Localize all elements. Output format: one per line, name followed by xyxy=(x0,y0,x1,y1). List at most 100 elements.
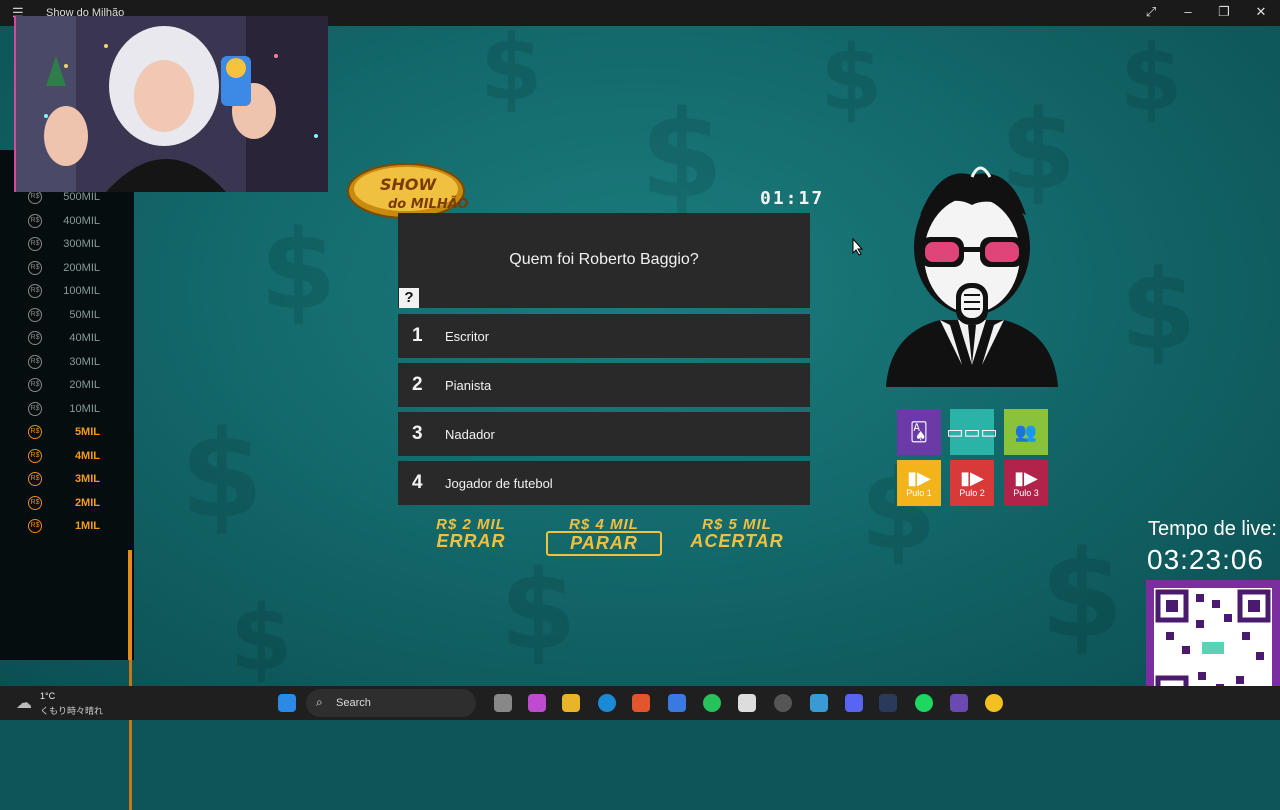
question-timer: 01:17 xyxy=(760,188,825,209)
dollar-pattern: $ xyxy=(1120,246,1197,374)
lifeline-cards[interactable]: 🂡 xyxy=(897,409,941,455)
lifeline-placards[interactable]: ▭▭▭ xyxy=(946,409,998,455)
ladder-rung: R$ 3MIL xyxy=(28,470,128,490)
ladder-accent-bar xyxy=(128,550,132,660)
answer-label: Escritor xyxy=(445,329,490,344)
coin-icon: R$ xyxy=(28,237,42,251)
store-icon[interactable] xyxy=(668,694,686,712)
lifeline-audience[interactable]: 👥 xyxy=(1004,409,1048,455)
dollar-pattern: $ xyxy=(820,26,883,131)
ladder-rung: R$ 100MIL xyxy=(28,282,128,302)
weather-temp: 1°C xyxy=(40,691,56,701)
answer-number: 2 xyxy=(412,374,423,395)
coin-icon: R$ xyxy=(28,448,42,463)
coin-icon: R$ xyxy=(28,472,42,486)
ladder-amount: 500MIL xyxy=(63,191,100,203)
search-label: Search xyxy=(336,697,371,709)
prize-parar[interactable]: R$ 4 MIL PARAR xyxy=(545,516,663,556)
lifeline-skip-1[interactable]: ▮▶ Pulo 1 xyxy=(897,460,941,506)
coin-icon: R$ xyxy=(28,378,42,392)
ladder-amount: 4MIL xyxy=(74,449,100,462)
ladder-amount: 5MIL xyxy=(74,426,100,438)
dollar-pattern: $ xyxy=(640,86,724,225)
ladder-amount: 300MIL xyxy=(63,238,100,250)
copilot-icon[interactable] xyxy=(528,694,546,712)
coin-icon: R$ xyxy=(28,307,42,322)
ladder-amount: 1MIL xyxy=(74,520,100,532)
ladder-amount: 50MIL xyxy=(69,308,100,321)
lifeline-skip-2[interactable]: ▮▶ Pulo 2 xyxy=(950,460,994,506)
app-icon[interactable] xyxy=(950,694,968,712)
dollar-pattern: $ xyxy=(260,206,337,334)
ladder-amount: 3MIL xyxy=(74,473,100,485)
cloud-icon: ☁ xyxy=(16,695,32,712)
host-avatar xyxy=(880,165,1064,390)
capcut-icon[interactable] xyxy=(738,694,756,712)
weather-condition: くもり時々晴れ xyxy=(40,706,104,716)
start-icon[interactable] xyxy=(278,694,296,712)
skip-icon: ▮▶ xyxy=(960,468,984,488)
live-time-label: Tempo de live: xyxy=(1148,518,1277,540)
ladder-amount: 100MIL xyxy=(63,285,100,297)
skip-icon: ▮▶ xyxy=(907,468,931,488)
telegram-icon[interactable] xyxy=(810,694,828,712)
answer-label: Nadador xyxy=(445,427,495,442)
ladder-amount: 20MIL xyxy=(69,379,100,391)
answer-option-3[interactable]: 3 Nadador xyxy=(398,412,810,456)
logo-line1: SHOW xyxy=(380,175,438,194)
dollar-pattern: $ xyxy=(1040,526,1124,665)
coin-icon: R$ xyxy=(28,425,42,439)
show-do-milhao-app-icon[interactable] xyxy=(985,694,1003,712)
coin-icon: R$ xyxy=(28,495,42,510)
search-icon: ⌕ xyxy=(316,695,323,709)
ladder-amount: 200MIL xyxy=(63,261,100,274)
dollar-pattern: $ xyxy=(1120,26,1183,131)
answer-option-1[interactable]: 1 Escritor xyxy=(398,314,810,358)
minimize-button[interactable]: – xyxy=(1178,4,1198,19)
fullscreen-icon[interactable]: ⤢ xyxy=(1141,4,1161,20)
stop-button[interactable]: PARAR xyxy=(546,531,662,556)
steam-icon[interactable] xyxy=(879,694,897,712)
ladder-amount: 400MIL xyxy=(63,214,100,227)
answer-number: 3 xyxy=(412,423,423,444)
coin-icon: R$ xyxy=(28,401,42,416)
brave-icon[interactable] xyxy=(632,694,650,712)
logo-line2: do MILHÃO xyxy=(388,196,468,212)
discord-icon[interactable] xyxy=(845,694,863,712)
edge-icon[interactable] xyxy=(598,694,616,712)
ladder-rung: R$ 300MIL xyxy=(28,235,128,255)
close-button[interactable]: ✕ xyxy=(1251,4,1271,20)
ladder-rung: R$ 20MIL xyxy=(28,376,128,396)
maximize-button[interactable]: ❐ xyxy=(1214,4,1234,20)
answer-option-2[interactable]: 2 Pianista xyxy=(398,363,810,407)
audience-icon: 👥 xyxy=(1014,422,1038,442)
skip-label: Pulo 3 xyxy=(1013,488,1039,498)
search-box[interactable]: ⌕ Search xyxy=(306,689,476,717)
spotify-icon[interactable] xyxy=(915,694,933,712)
dollar-pattern: $ xyxy=(180,406,264,545)
ladder-amount: 40MIL xyxy=(69,332,100,344)
ladder-rung: R$ 5MIL xyxy=(28,423,128,443)
coin-icon: R$ xyxy=(28,190,42,204)
ladder-rung: R$ 10MIL xyxy=(28,400,128,420)
dollar-pattern: $ xyxy=(480,26,543,121)
ladder-rung: R$ 1MIL xyxy=(28,517,128,537)
file-explorer-icon[interactable] xyxy=(562,694,580,712)
whatsapp-icon[interactable] xyxy=(703,694,721,712)
taskbar: ☁ 1°C くもり時々晴れ ⌕ Search xyxy=(0,686,1280,720)
coin-icon: R$ xyxy=(28,213,42,228)
task-view-icon[interactable] xyxy=(494,694,512,712)
mouse-cursor-icon xyxy=(852,237,864,261)
coin-icon: R$ xyxy=(28,519,42,533)
lifeline-skip-3[interactable]: ▮▶ Pulo 3 xyxy=(1004,460,1048,506)
coin-icon: R$ xyxy=(28,260,42,275)
prize-errar-label: ERRAR xyxy=(436,531,506,551)
answer-option-4[interactable]: 4 Jogador de futebol xyxy=(398,461,810,505)
weather-widget[interactable]: ☁ 1°C くもり時々晴れ xyxy=(14,689,134,717)
prize-acertar: R$ 5 MIL ACERTAR xyxy=(678,516,796,552)
webcam-feed xyxy=(14,16,328,192)
answer-number: 4 xyxy=(412,472,423,493)
prize-acertar-label: ACERTAR xyxy=(690,531,784,551)
prize-errar: R$ 2 MIL ERRAR xyxy=(412,516,530,552)
obs-icon[interactable] xyxy=(774,694,792,712)
